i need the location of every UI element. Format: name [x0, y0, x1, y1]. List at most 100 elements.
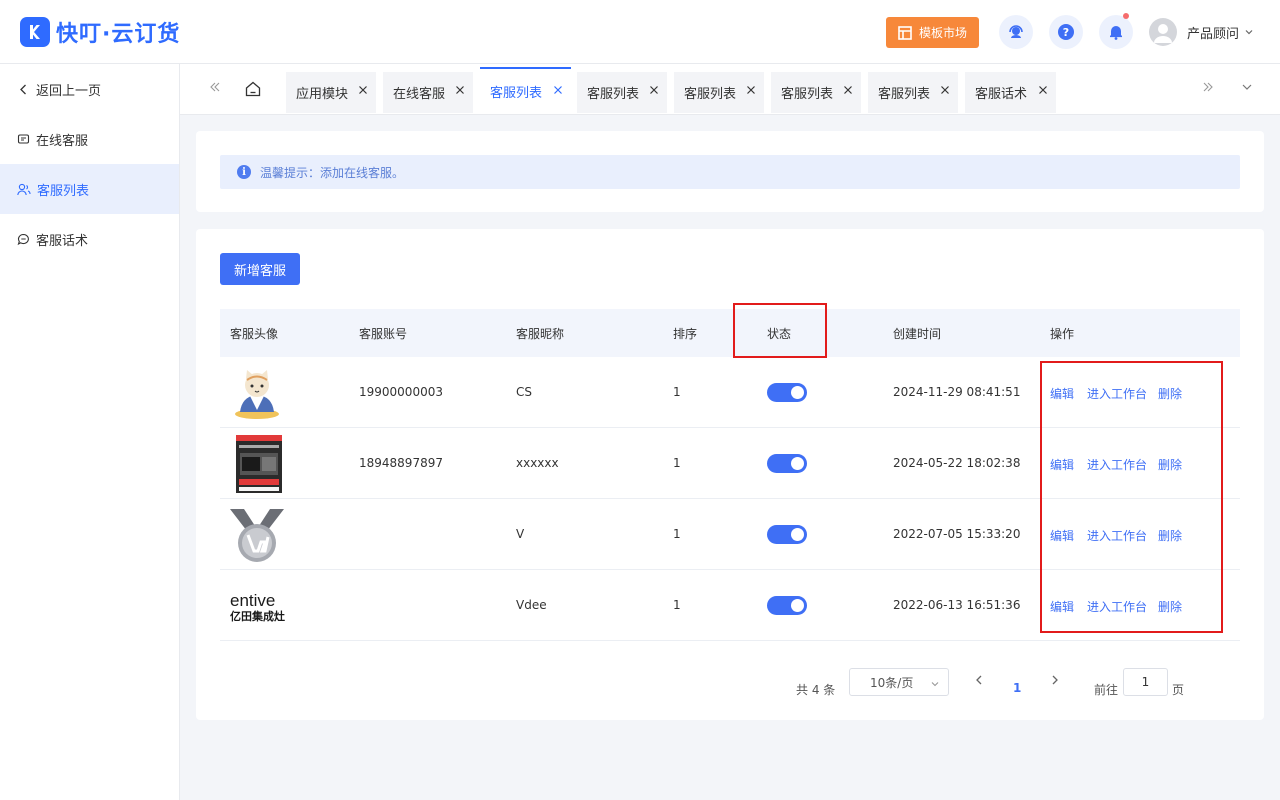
double-chevron-left-icon[interactable] — [209, 81, 221, 93]
sidebar-item-label: 客服列表 — [37, 183, 90, 199]
page-suffix: 页 — [1172, 683, 1185, 697]
goto-label: 前往 — [1094, 683, 1119, 697]
close-icon[interactable] — [843, 85, 853, 95]
sidebar-item-online-service[interactable]: 在线客服 — [0, 114, 179, 164]
column-header: 操作 — [1050, 327, 1075, 341]
template-market-label: 模板市场 — [918, 26, 967, 40]
created-time-cell: 2022-07-05 15:33:20 — [893, 527, 1021, 541]
goto-page-input[interactable]: 1 — [1123, 668, 1168, 696]
chevron-down-icon[interactable] — [1241, 81, 1253, 93]
user-menu[interactable]: 产品顾问 — [1149, 18, 1254, 46]
table-header: 客服头像 客服账号 客服昵称 排序 状态 创建时间 操作 — [220, 309, 1240, 357]
notification-bell-icon[interactable] — [1099, 13, 1133, 49]
sort-cell: 1 — [673, 385, 681, 399]
tabs-bar: 应用模块 在线客服 客服列表 客服列表 客服列表 客服列表 客服列表 客服话术 — [180, 64, 1280, 115]
sort-cell: 1 — [673, 456, 681, 470]
tip-text: 温馨提示：添加在线客服。 — [260, 165, 405, 180]
chevron-down-icon — [931, 682, 939, 687]
close-icon[interactable] — [455, 85, 465, 95]
svg-text:亿田集成灶: 亿田集成灶 — [230, 609, 285, 623]
user-name: 产品顾问 — [1187, 26, 1240, 42]
tab-label: 客服话术 — [975, 87, 1028, 102]
sidebar-item-back[interactable]: 返回上一页 — [0, 64, 179, 114]
tab-label: 应用模块 — [296, 87, 349, 102]
page-size-select[interactable]: 10条/页 — [849, 668, 949, 696]
svg-text:?: ? — [1063, 26, 1069, 39]
sidebar-item-service-list[interactable]: 客服列表 — [0, 164, 179, 214]
created-time-cell: 2022-06-13 16:51:36 — [893, 598, 1021, 612]
prev-page-icon[interactable] — [973, 674, 985, 686]
app-name: 快叮·云订货 — [56, 22, 181, 47]
pagination-total: 共 4 条 — [796, 683, 836, 697]
tab-label: 客服列表 — [684, 87, 737, 102]
close-icon[interactable] — [553, 85, 563, 95]
entive-logo-avatar: entive 亿田集成灶 — [230, 591, 285, 623]
message-icon — [17, 133, 30, 144]
template-icon — [898, 25, 912, 40]
close-icon[interactable] — [358, 85, 368, 95]
tab-service-list[interactable]: 客服列表 — [868, 72, 958, 113]
tab-service-list-active[interactable]: 客服列表 — [480, 67, 571, 113]
app-logo[interactable]: 快叮·云订货 — [20, 16, 180, 48]
column-header: 排序 — [673, 327, 698, 341]
column-header: 创建时间 — [893, 327, 942, 341]
nickname-cell: xxxxxx — [516, 456, 559, 470]
customer-service-icon[interactable] — [999, 15, 1033, 49]
created-time-cell: 2024-11-29 08:41:51 — [893, 385, 1021, 399]
tab-label: 在线客服 — [393, 87, 446, 102]
sidebar-item-label: 在线客服 — [36, 133, 89, 149]
chat-bubble-icon — [17, 233, 29, 245]
svg-text:entive: entive — [230, 591, 275, 610]
sidebar: 返回上一页 在线客服 客服列表 客服话术 — [0, 64, 180, 800]
notification-dot — [1123, 13, 1129, 19]
tab-service-list[interactable]: 客服列表 — [771, 72, 861, 113]
close-icon[interactable] — [940, 85, 950, 95]
current-page-number[interactable]: 1 — [1013, 681, 1021, 695]
actions-highlight-box — [1040, 361, 1223, 633]
sidebar-item-label: 返回上一页 — [36, 83, 102, 99]
column-header: 客服头像 — [230, 327, 279, 341]
add-service-button[interactable]: 新增客服 — [220, 253, 300, 285]
page-size-value: 10条/页 — [870, 675, 914, 690]
info-icon: i — [237, 165, 251, 179]
sort-cell: 1 — [673, 527, 681, 541]
close-icon[interactable] — [746, 85, 756, 95]
status-toggle[interactable] — [767, 454, 807, 473]
status-toggle[interactable] — [767, 383, 807, 402]
tab-scripts[interactable]: 客服话术 — [965, 72, 1056, 113]
tab-service-list[interactable]: 客服列表 — [674, 72, 764, 113]
nickname-cell: Vdee — [516, 598, 547, 612]
sidebar-item-scripts[interactable]: 客服话术 — [0, 214, 179, 264]
status-highlight-box — [733, 303, 827, 358]
tab-label: 客服列表 — [781, 87, 834, 102]
template-market-button[interactable]: 模板市场 — [886, 17, 979, 48]
home-icon[interactable] — [244, 80, 262, 98]
next-page-icon[interactable] — [1049, 674, 1061, 686]
nickname-cell: V — [516, 527, 525, 541]
nickname-cell: CS — [516, 385, 532, 399]
close-icon[interactable] — [1038, 85, 1048, 95]
product-poster-avatar — [236, 435, 282, 493]
account-cell: 18948897897 — [359, 456, 443, 470]
medal-v-avatar — [230, 509, 284, 562]
tab-service-list[interactable]: 客服列表 — [577, 72, 667, 113]
top-header: 快叮·云订货 模板市场 ? 产品顾问 — [0, 0, 1280, 64]
double-chevron-right-icon[interactable] — [1202, 81, 1214, 93]
tip-banner: i 温馨提示：添加在线客服。 — [220, 155, 1240, 189]
status-toggle[interactable] — [767, 525, 807, 544]
tab-online-service[interactable]: 在线客服 — [383, 72, 473, 113]
status-toggle[interactable] — [767, 596, 807, 615]
sort-cell: 1 — [673, 598, 681, 612]
user-avatar — [1149, 18, 1177, 46]
tip-card: i 温馨提示：添加在线客服。 — [196, 131, 1264, 212]
cat-mascot-avatar — [235, 370, 279, 419]
close-icon[interactable] — [649, 85, 659, 95]
help-icon[interactable]: ? — [1049, 15, 1083, 49]
column-header: 客服账号 — [359, 327, 408, 341]
chevron-left-icon — [20, 84, 26, 94]
tab-app-module[interactable]: 应用模块 — [286, 72, 376, 113]
tab-label: 客服列表 — [587, 87, 640, 102]
logo-k-icon — [20, 17, 50, 47]
users-icon — [17, 183, 31, 195]
column-header: 客服昵称 — [516, 327, 565, 341]
